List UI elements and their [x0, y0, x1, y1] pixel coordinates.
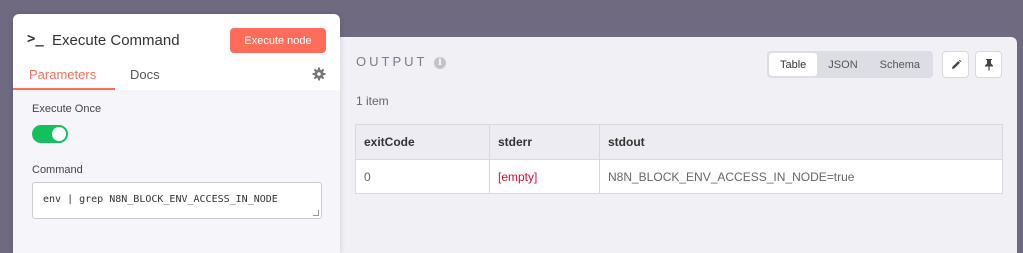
command-input[interactable]: env | grep N8N_BLOCK_ENV_ACCESS_IN_NODE	[32, 182, 322, 219]
node-tabs: Parameters Docs	[13, 64, 340, 90]
edit-output-button[interactable]	[942, 51, 969, 78]
command-value: env | grep N8N_BLOCK_ENV_ACCESS_IN_NODE	[43, 194, 278, 205]
info-icon[interactable]: i	[434, 57, 446, 69]
node-title[interactable]: Execute Command	[52, 32, 180, 49]
output-title: OUTPUT	[356, 54, 428, 69]
execute-once-label: Execute Once	[32, 103, 102, 115]
tab-parameters[interactable]: Parameters	[29, 67, 96, 82]
cell-stdout: N8N_BLOCK_ENV_ACCESS_IN_NODE=true	[599, 159, 1003, 194]
table-header-row: exitCode stderr stdout	[355, 124, 1003, 160]
cell-stderr: [empty]	[489, 159, 600, 194]
pin-icon	[984, 59, 993, 71]
command-label: Command	[32, 164, 83, 176]
execute-node-button[interactable]: Execute node	[230, 28, 326, 53]
terminal-icon: >_	[27, 31, 44, 47]
view-option-table[interactable]: Table	[769, 53, 818, 76]
view-option-json[interactable]: JSON	[817, 53, 868, 76]
toggle-knob	[52, 127, 66, 141]
cell-exitcode: 0	[355, 159, 490, 194]
column-header-stdout: stdout	[599, 124, 1003, 160]
execute-once-toggle[interactable]	[32, 125, 68, 143]
tab-docs[interactable]: Docs	[130, 67, 160, 82]
table-row: 0 [empty] N8N_BLOCK_ENV_ACCESS_IN_NODE=t…	[355, 159, 1003, 194]
gear-icon[interactable]	[312, 67, 326, 81]
items-count: 1 item	[356, 94, 389, 108]
parameters-body: Execute Once Command env | grep N8N_BLOC…	[13, 90, 340, 253]
node-parameters-panel: >_ Execute Command Execute node Paramete…	[13, 14, 340, 253]
resize-handle[interactable]	[313, 210, 319, 216]
column-header-stderr: stderr	[489, 124, 600, 160]
output-panel: OUTPUT i Table JSON Schema 1 item exitCo…	[339, 37, 1017, 253]
pin-output-button[interactable]	[975, 51, 1002, 78]
view-switch: Table JSON Schema	[767, 51, 933, 78]
pencil-icon	[951, 59, 961, 69]
column-header-exitcode: exitCode	[355, 124, 490, 160]
output-table: exitCode stderr stdout 0 [empty] N8N_BLO…	[355, 124, 1003, 194]
view-option-schema[interactable]: Schema	[869, 53, 931, 76]
